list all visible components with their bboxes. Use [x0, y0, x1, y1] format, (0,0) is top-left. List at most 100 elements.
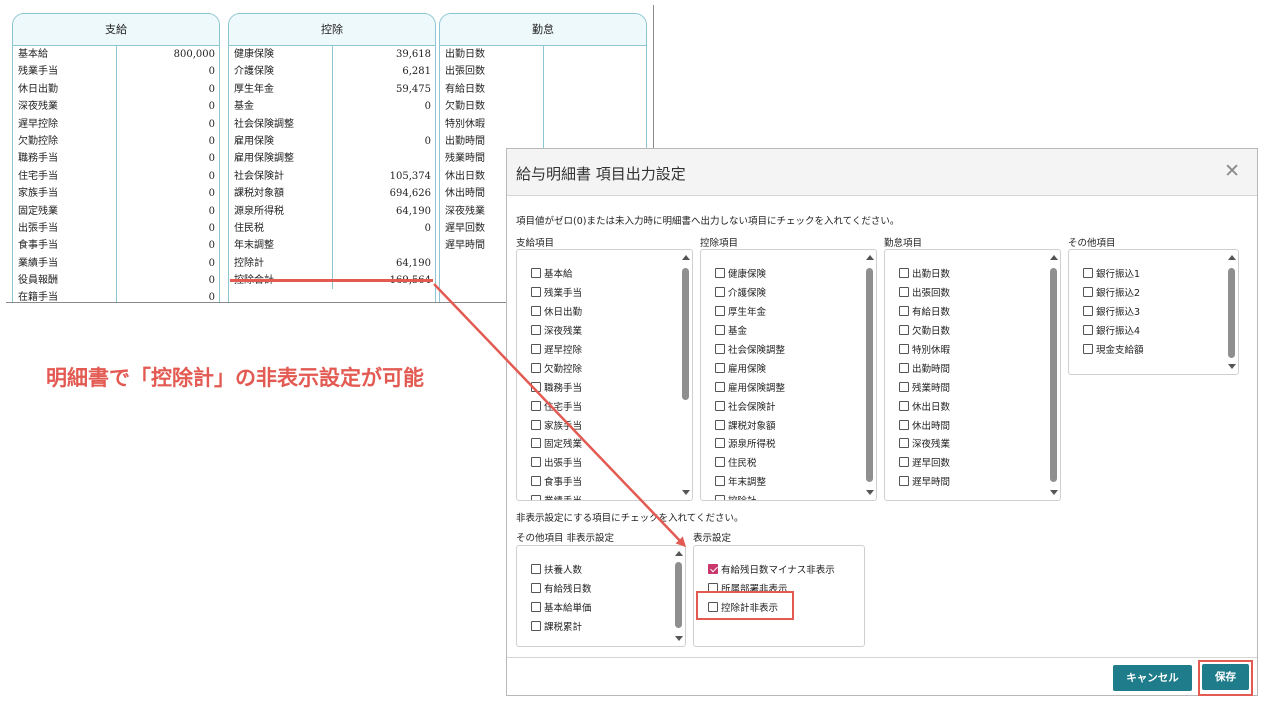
- checkbox-item[interactable]: 扶養人数: [531, 560, 592, 579]
- checkbox-icon[interactable]: [899, 419, 909, 430]
- checkbox-item[interactable]: 深夜残業: [531, 321, 582, 340]
- other-hide-list[interactable]: 扶養人数 有給残日数 基本給単価 課税累計: [516, 545, 686, 647]
- checkbox-icon[interactable]: [715, 306, 725, 317]
- checkbox-item[interactable]: 銀行振込4: [1083, 321, 1144, 340]
- checkbox-icon[interactable]: [715, 325, 725, 336]
- checkbox-item[interactable]: 有給残日数: [531, 579, 592, 598]
- checkbox-item[interactable]: 基本給単価: [531, 598, 592, 617]
- checkbox-item[interactable]: 食事手当: [531, 472, 582, 491]
- checkbox-icon[interactable]: [899, 268, 909, 279]
- checkbox-item[interactable]: 休日出勤: [531, 302, 582, 321]
- cancel-button[interactable]: キャンセル: [1113, 665, 1192, 691]
- scroll-thumb[interactable]: [866, 268, 873, 482]
- checkbox-item[interactable]: 銀行振込2: [1083, 283, 1144, 302]
- checkbox-icon[interactable]: [715, 438, 725, 449]
- checkbox-item[interactable]: 基本給: [531, 264, 582, 283]
- checkbox-item[interactable]: 現金支給額: [1083, 340, 1144, 359]
- checkbox-icon[interactable]: [1083, 268, 1093, 279]
- scroll-down-icon[interactable]: [682, 490, 690, 495]
- checkbox-icon[interactable]: [531, 362, 541, 373]
- checkbox-icon[interactable]: [531, 306, 541, 317]
- attendance-items-list[interactable]: 出勤日数 出張回数 有給日数 欠勤日数 特別休暇 出勤時間 残業時間 休出日数 休出時間 深夜残業…: [884, 249, 1061, 501]
- checkbox-item[interactable]: 厚生年金: [715, 302, 785, 321]
- checkbox-icon[interactable]: [1083, 325, 1093, 336]
- scroll-down-icon[interactable]: [866, 490, 874, 495]
- checkbox-icon[interactable]: [899, 457, 909, 468]
- checkbox-icon[interactable]: [715, 400, 725, 411]
- save-button[interactable]: 保存: [1202, 664, 1249, 690]
- checkbox-icon[interactable]: [531, 602, 541, 613]
- checkbox-icon[interactable]: [899, 325, 909, 336]
- scroll-up-icon[interactable]: [1050, 255, 1058, 260]
- checkbox-icon[interactable]: [715, 419, 725, 430]
- checkbox-item[interactable]: 課税対象額: [715, 415, 785, 434]
- scroll-up-icon[interactable]: [675, 551, 683, 556]
- pay-items-list[interactable]: 基本給 残業手当 休日出勤 深夜残業 遅早控除 欠勤控除 職務手当 住宅手当 家族手当 固定残業出…: [516, 249, 693, 501]
- scroll-up-icon[interactable]: [1228, 255, 1236, 260]
- checkbox-item[interactable]: 家族手当: [531, 415, 582, 434]
- checkbox-icon[interactable]: [531, 457, 541, 468]
- checkbox-item[interactable]: 銀行振込3: [1083, 302, 1144, 321]
- checkbox-item[interactable]: 出張回数: [899, 283, 950, 302]
- checkbox-item[interactable]: 有給残日数マイナス非表示: [708, 560, 835, 579]
- checkbox-item[interactable]: 休出日数: [899, 396, 950, 415]
- checkbox-icon[interactable]: [899, 381, 909, 392]
- checkbox-item[interactable]: 職務手当: [531, 377, 582, 396]
- checkbox-icon[interactable]: [715, 287, 725, 298]
- checkbox-icon[interactable]: [531, 325, 541, 336]
- deduction-items-scrollbar[interactable]: [863, 250, 876, 500]
- checkbox-item[interactable]: 固定残業: [531, 434, 582, 453]
- checkbox-item[interactable]: 出勤日数: [899, 264, 950, 283]
- checkbox-item[interactable]: 残業手当: [531, 283, 582, 302]
- scroll-thumb[interactable]: [682, 268, 689, 400]
- checkbox-icon[interactable]: [531, 344, 541, 354]
- checkbox-item[interactable]: 銀行振込1: [1083, 264, 1144, 283]
- checkbox-icon[interactable]: [531, 381, 541, 392]
- checkbox-icon[interactable]: [899, 362, 909, 373]
- checkbox-icon[interactable]: [899, 306, 909, 317]
- checkbox-item[interactable]: 雇用保険: [715, 358, 785, 377]
- checkbox-icon[interactable]: [899, 400, 909, 411]
- checkbox-icon[interactable]: [531, 621, 541, 632]
- checkbox-icon[interactable]: [715, 495, 725, 500]
- checkbox-item[interactable]: 深夜残業: [899, 434, 950, 453]
- checkbox-icon[interactable]: [531, 564, 541, 575]
- checkbox-item[interactable]: 遅早控除: [531, 340, 582, 359]
- checkbox-item[interactable]: 欠勤日数: [899, 321, 950, 340]
- checkbox-icon[interactable]: [899, 344, 909, 354]
- checkbox-icon[interactable]: [715, 344, 725, 354]
- checkbox-icon[interactable]: [715, 268, 725, 279]
- checkbox-icon[interactable]: [715, 476, 725, 487]
- checkbox-item[interactable]: 年末調整: [715, 472, 785, 491]
- checkbox-item[interactable]: 雇用保険調整: [715, 377, 785, 396]
- scroll-down-icon[interactable]: [1228, 364, 1236, 369]
- checkbox-icon[interactable]: [531, 583, 541, 594]
- checkbox-item[interactable]: 介護保険: [715, 283, 785, 302]
- checkbox-icon[interactable]: [1083, 287, 1093, 298]
- checkbox-item[interactable]: 業績手当: [531, 491, 582, 500]
- scroll-thumb[interactable]: [1050, 268, 1057, 482]
- checkbox-item[interactable]: 住民税: [715, 453, 785, 472]
- attendance-items-scrollbar[interactable]: [1047, 250, 1060, 500]
- checkbox-item[interactable]: 源泉所得税: [715, 434, 785, 453]
- checkbox-icon[interactable]: [715, 362, 725, 373]
- checkbox-icon[interactable]: [531, 495, 541, 500]
- checkbox-item[interactable]: 有給日数: [899, 302, 950, 321]
- scroll-up-icon[interactable]: [866, 255, 874, 260]
- checkbox-item[interactable]: 欠勤控除: [531, 358, 582, 377]
- scroll-down-icon[interactable]: [675, 636, 683, 641]
- checkbox-item[interactable]: 休出時間: [899, 415, 950, 434]
- checkbox-item[interactable]: 健康保険: [715, 264, 785, 283]
- checkbox-icon[interactable]: [531, 400, 541, 411]
- scroll-down-icon[interactable]: [1050, 490, 1058, 495]
- checkbox-icon[interactable]: [531, 476, 541, 487]
- checkbox-icon[interactable]: [715, 381, 725, 392]
- scroll-up-icon[interactable]: [682, 255, 690, 260]
- checkbox-icon[interactable]: [531, 438, 541, 449]
- scroll-thumb[interactable]: [1228, 268, 1235, 358]
- other-items-scrollbar[interactable]: [1225, 250, 1238, 374]
- pay-items-scrollbar[interactable]: [679, 250, 692, 500]
- checkbox-item[interactable]: 遅早時間: [899, 472, 950, 491]
- checkbox-icon[interactable]: [531, 419, 541, 430]
- checkbox-item[interactable]: 遅早回数: [899, 453, 950, 472]
